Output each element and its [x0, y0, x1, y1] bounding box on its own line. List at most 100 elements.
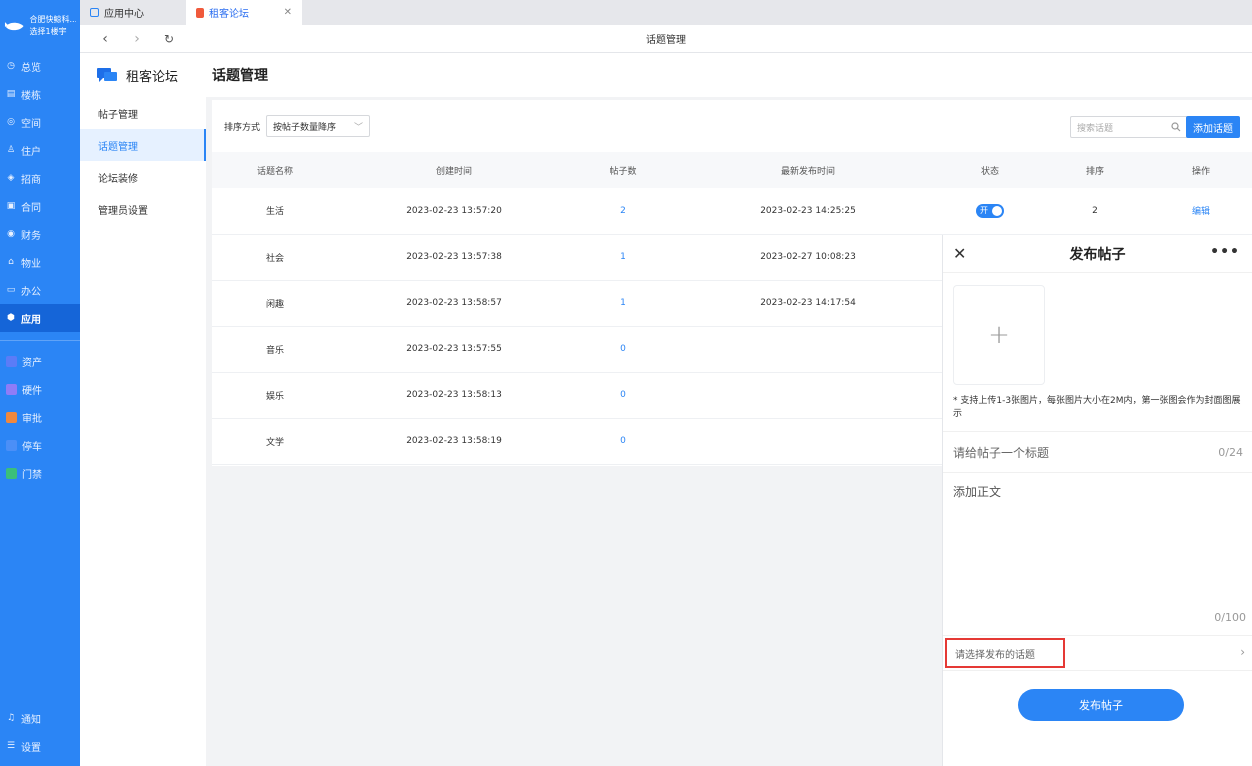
plugin-square-icon — [6, 355, 17, 367]
topic-name: 闲趣 — [212, 280, 338, 327]
menu-icon: ☰ — [6, 741, 16, 751]
post-count[interactable]: 1 — [570, 280, 676, 327]
sidebar-plugin-item[interactable]: 资产 — [0, 347, 80, 375]
created-time: 2023-02-23 13:57:20 — [338, 188, 570, 235]
add-topic-button[interactable]: 添加话题 — [1186, 116, 1240, 138]
latest-time — [676, 372, 940, 419]
sidebar-item-label: 楼栋 — [21, 90, 41, 102]
menu-admin-settings[interactable]: 管理员设置 — [80, 193, 206, 225]
column-header: 最新发布时间 — [676, 152, 940, 188]
post-body-input[interactable]: 添加正文 — [953, 483, 1001, 500]
whale-logo-icon — [4, 22, 24, 31]
post-count[interactable]: 0 — [570, 372, 676, 419]
sort-select[interactable]: 按帖子数量降序 ﹀ — [266, 115, 371, 137]
plus-icon: + — [988, 320, 1010, 350]
topic-name: 文学 — [212, 418, 338, 465]
tab-label: 租客论坛 — [209, 9, 249, 20]
created-time: 2023-02-23 13:58:19 — [338, 418, 570, 465]
sidebar-item-app[interactable]: ⬢ 应用 — [0, 304, 80, 332]
sidebar-item-resident[interactable]: ♙ 住户 — [0, 136, 80, 164]
body-char-count: 0/100 — [1214, 611, 1246, 624]
panel-header: ✕ 发布帖子 ••• — [943, 235, 1252, 273]
topic-name: 生活 — [212, 188, 338, 235]
sidebar-item-label: 合同 — [21, 202, 41, 214]
edit-link[interactable]: 编辑 — [1150, 188, 1252, 235]
finance-icon: ◉ — [7, 229, 15, 239]
more-icon[interactable]: ••• — [1210, 244, 1240, 260]
sidebar-item-office[interactable]: ▭ 办公 — [0, 276, 80, 304]
topic-name: 音乐 — [212, 326, 338, 373]
sidebar-item-label: 设置 — [21, 742, 41, 754]
app-sidebar: 合肥快鲸科... 选择1楼宇 ◷ 总览 ▤ 楼栋 ◎ 空间 ♙ 住户 ◈ 招商 ▣ 合同 ◉ 财务 ⌂ 物业 ▭… — [0, 0, 80, 766]
image-upload-button[interactable]: + — [953, 285, 1045, 385]
tab-app-center[interactable]: 应用中心 — [80, 0, 186, 25]
building-icon: ▤ — [6, 89, 16, 99]
upload-tip: * 支持上传1-3张图片，每张图片大小在2M内，第一张图会作为封面图展示 — [953, 396, 1241, 419]
post-count[interactable]: 0 — [570, 418, 676, 465]
sidebar-item-menu[interactable]: ☰ 设置 — [0, 732, 80, 760]
publish-post-button[interactable]: 发布帖子 — [1018, 689, 1184, 721]
latest-time: 2023-02-23 14:17:54 — [676, 280, 940, 327]
close-icon[interactable]: ✕ — [284, 7, 292, 18]
forum-header: 租客论坛 — [80, 53, 206, 97]
topic-select-row[interactable]: 请选择发布的话题 › — [943, 635, 1252, 671]
sidebar-item-label: 办公 — [21, 286, 41, 298]
sidebar-item-investment[interactable]: ◈ 招商 — [0, 164, 80, 192]
dashboard-icon: ◷ — [7, 61, 15, 71]
refresh-icon[interactable]: ↻ — [162, 32, 176, 46]
company-name: 合肥快鲸科... — [29, 15, 76, 24]
forward-icon[interactable]: › — [130, 31, 144, 47]
sidebar-item-contract[interactable]: ▣ 合同 — [0, 192, 80, 220]
search-input[interactable]: 搜索话题 — [1070, 116, 1188, 138]
status-cell: 开 — [940, 188, 1040, 235]
post-count[interactable]: 1 — [570, 234, 676, 281]
app-icon: ⬢ — [7, 313, 15, 323]
status-toggle[interactable]: 开 — [976, 203, 1004, 218]
post-title-input[interactable]: 请给帖子一个标题 0/24 — [943, 431, 1252, 473]
sidebar-item-label: 总览 — [21, 62, 41, 74]
sidebar-item-space[interactable]: ◎ 空间 — [0, 108, 80, 136]
latest-time — [676, 418, 940, 465]
sidebar-plugin-item[interactable]: 门禁 — [0, 459, 80, 487]
menu-forum-decoration[interactable]: 论坛装修 — [80, 161, 206, 193]
column-header: 创建时间 — [338, 152, 570, 188]
sidebar-item-label: 审批 — [22, 413, 42, 425]
office-icon: ▭ — [6, 285, 16, 295]
publish-post-panel: ✕ 发布帖子 ••• + * 支持上传1-3张图片，每张图片大小在2M内，第一张… — [942, 235, 1252, 766]
brand[interactable]: 合肥快鲸科... 选择1楼宇 — [0, 0, 80, 52]
sidebar-item-finance[interactable]: ◉ 财务 — [0, 220, 80, 248]
forum-chat-icon — [97, 68, 117, 82]
topic-select[interactable]: 请选择发布的话题 — [945, 638, 1065, 668]
sidebar-plugin-item[interactable]: 审批 — [0, 403, 80, 431]
sidebar-item-label: 物业 — [21, 258, 41, 270]
post-count[interactable]: 0 — [570, 326, 676, 373]
plugin-square-icon — [6, 439, 17, 451]
back-icon[interactable]: ‹ — [98, 31, 112, 47]
latest-time: 2023-02-27 10:08:23 — [676, 234, 940, 281]
building-selector[interactable]: 选择1楼宇 — [29, 26, 76, 38]
created-time: 2023-02-23 13:57:55 — [338, 326, 570, 373]
column-header: 帖子数 — [570, 152, 676, 188]
sidebar-item-building[interactable]: ▤ 楼栋 — [0, 80, 80, 108]
chevron-right-icon: › — [1240, 645, 1245, 659]
forum-title: 租客论坛 — [126, 69, 179, 85]
sidebar-item-label: 空间 — [21, 118, 41, 130]
contract-icon: ▣ — [6, 201, 16, 211]
sidebar-plugin-item[interactable]: 硬件 — [0, 375, 80, 403]
sidebar-item-bell[interactable]: ♫ 通知 — [0, 704, 80, 732]
plugin-square-icon — [6, 467, 17, 479]
menu-post-management[interactable]: 帖子管理 — [80, 97, 206, 129]
sidebar-plugin-item[interactable]: 停车 — [0, 431, 80, 459]
post-count[interactable]: 2 — [570, 188, 676, 235]
toggle-label: 开 — [980, 206, 988, 216]
sidebar-item-dashboard[interactable]: ◷ 总览 — [0, 52, 80, 80]
tab-tenant-forum[interactable]: 租客论坛 ✕ — [186, 0, 302, 25]
column-header: 排序 — [1040, 152, 1150, 188]
sidebar-item-property[interactable]: ⌂ 物业 — [0, 248, 80, 276]
menu-topic-management[interactable]: 话题管理 — [80, 129, 206, 161]
close-icon[interactable]: ✕ — [953, 244, 966, 263]
table-header: 话题名称 创建时间 帖子数 最新发布时间 状态 排序 操作 — [212, 152, 1252, 188]
title-placeholder: 请给帖子一个标题 — [953, 445, 1050, 460]
investment-icon: ◈ — [7, 173, 15, 183]
plugin-square-icon — [6, 411, 17, 423]
